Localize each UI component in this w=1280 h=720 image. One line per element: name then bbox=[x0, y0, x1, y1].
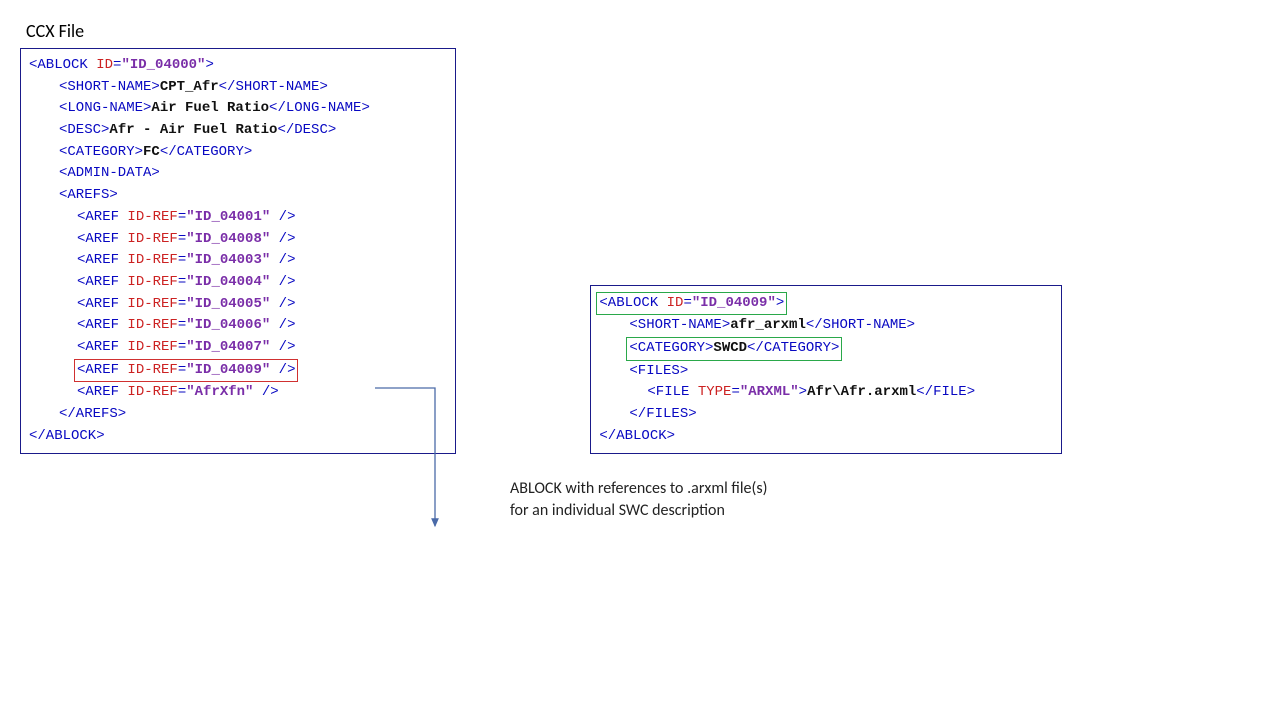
aref-row: <AREF ID-REF="ID_04006" /> bbox=[29, 315, 447, 337]
arrow-caption: ABLOCK with references to .arxml file(s)… bbox=[510, 478, 767, 521]
short-name: <SHORT-NAME>CPT_Afr</SHORT-NAME> bbox=[29, 77, 447, 99]
files-open: <FILES> bbox=[599, 361, 1053, 383]
short-name: <SHORT-NAME>afr_arxml</SHORT-NAME> bbox=[599, 315, 1053, 337]
admin-data: <ADMIN-DATA> bbox=[29, 163, 447, 185]
ccx-ablock-bottom: <ABLOCK ID="ID_04009"> <SHORT-NAME>afr_a… bbox=[590, 285, 1062, 455]
category-highlighted: <CATEGORY>SWCD</CATEGORY> bbox=[599, 337, 1053, 361]
aref-row: <AREF ID-REF="ID_04007" /> bbox=[29, 337, 447, 359]
caption-line: ABLOCK with references to .arxml file(s) bbox=[510, 478, 767, 500]
file-row: <FILE TYPE="ARXML">Afr\Afr.arxml</FILE> bbox=[599, 382, 1053, 404]
category: <CATEGORY>FC</CATEGORY> bbox=[29, 142, 447, 164]
desc: <DESC>Afr - Air Fuel Ratio</DESC> bbox=[29, 120, 447, 142]
ablock-open: <ABLOCK ID="ID_04000"> bbox=[29, 55, 447, 77]
aref-row: <AREF ID-REF="ID_04004" /> bbox=[29, 272, 447, 294]
aref-row: <AREF ID-REF="ID_04005" /> bbox=[29, 294, 447, 316]
aref-row: <AREF ID-REF="ID_04003" /> bbox=[29, 250, 447, 272]
files-close: </FILES> bbox=[599, 404, 1053, 426]
file-title: CCX File bbox=[26, 20, 1260, 42]
ablock-open-highlighted: <ABLOCK ID="ID_04009"> bbox=[599, 292, 1053, 316]
arefs-open: <AREFS> bbox=[29, 185, 447, 207]
reference-arrow-icon bbox=[375, 388, 455, 538]
ablock-close: </ABLOCK> bbox=[599, 426, 1053, 448]
aref-row: <AREF ID-REF="ID_04008" /> bbox=[29, 229, 447, 251]
caption-line: for an individual SWC description bbox=[510, 500, 767, 522]
aref-row: <AREF ID-REF="ID_04001" /> bbox=[29, 207, 447, 229]
long-name: <LONG-NAME>Air Fuel Ratio</LONG-NAME> bbox=[29, 98, 447, 120]
aref-row-highlighted: <AREF ID-REF="ID_04009" /> bbox=[29, 359, 447, 383]
